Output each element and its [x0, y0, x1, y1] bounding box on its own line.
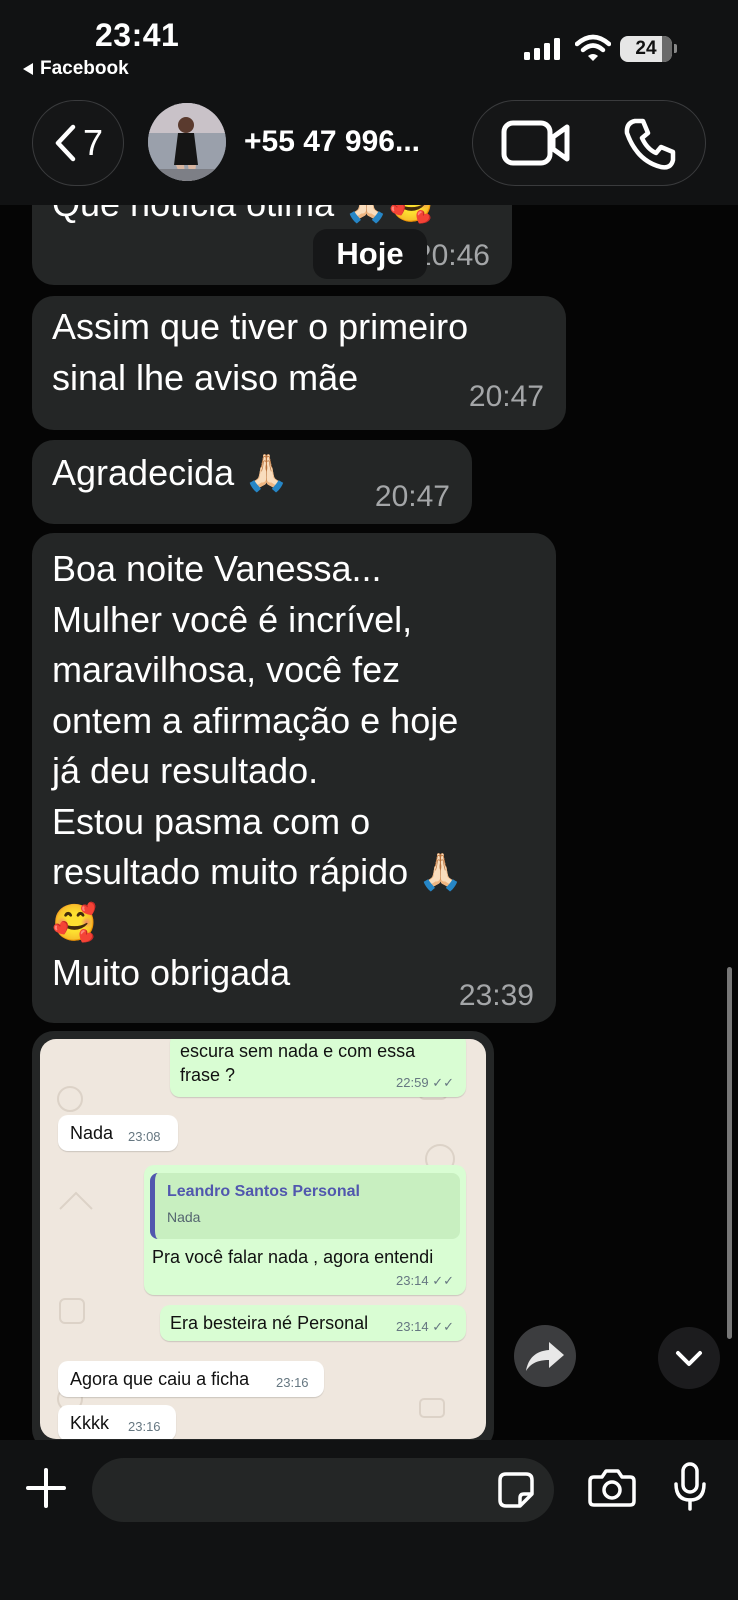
- shared-screenshot[interactable]: escura sem nada e com essa frase ? 22:59…: [40, 1039, 486, 1439]
- unread-count: 7: [82, 122, 104, 163]
- double-check-icon: ✓✓: [432, 1075, 454, 1090]
- message-time: 23:39: [458, 979, 534, 1012]
- scroll-to-bottom-button[interactable]: [658, 1327, 720, 1389]
- chat-message-outgoing: Leandro Santos Personal Nada Pra você fa…: [144, 1165, 466, 1295]
- chat-message-outgoing: escura sem nada e com essa frase ? 22:59…: [170, 1039, 466, 1097]
- chat-area[interactable]: Que notícia ótima 🙏🏻🥰 20:46 Assim que ti…: [0, 0, 738, 1440]
- date-chip: Hoje: [313, 229, 427, 279]
- message-input-container[interactable]: [92, 1458, 554, 1522]
- message-bubble[interactable]: Agradecida 🙏🏻 20:47: [32, 440, 472, 524]
- chat-header: 23:41 Facebook 24 7 +55 47 996...: [0, 0, 738, 205]
- double-check-icon: ✓✓: [432, 1319, 454, 1334]
- status-bar-time: 23:41: [95, 17, 180, 53]
- wifi-icon: [575, 34, 611, 61]
- chat-message-outgoing: Era besteira né Personal 23:14 ✓✓: [160, 1305, 466, 1341]
- message-bubble[interactable]: Boa noite Vanessa... Mulher você é incrí…: [32, 533, 556, 1023]
- message-text: Boa noite Vanessa... Mulher você é incrí…: [52, 548, 464, 993]
- battery-indicator: 24: [620, 36, 672, 62]
- back-triangle-icon: [23, 63, 33, 75]
- cellular-signal-icon: [524, 38, 560, 60]
- phone-icon[interactable]: [621, 115, 679, 173]
- message-bubble[interactable]: Assim que tiver o primeiro sinal lhe avi…: [32, 296, 566, 430]
- message-time: 20:47: [468, 380, 544, 413]
- chevron-left-icon: [55, 124, 76, 162]
- avatar-photo: [148, 103, 226, 181]
- contact-avatar[interactable]: [148, 103, 226, 181]
- message-text: Agradecida 🙏🏻: [52, 452, 289, 493]
- back-app-label: Facebook: [40, 58, 129, 79]
- forward-button[interactable]: [514, 1325, 576, 1387]
- back-button[interactable]: 7: [32, 100, 124, 186]
- chat-message-incoming: Kkkk 23:16: [58, 1405, 176, 1439]
- video-camera-icon[interactable]: [501, 117, 571, 169]
- back-to-app-link[interactable]: Facebook: [22, 58, 129, 80]
- message-composer: [0, 1440, 738, 1600]
- battery-level: 24: [635, 38, 657, 59]
- chevron-down-icon: [676, 1351, 702, 1366]
- message-input[interactable]: [112, 1468, 472, 1512]
- plus-icon[interactable]: [24, 1466, 68, 1510]
- message-text: Assim que tiver o primeiro sinal lhe avi…: [52, 306, 469, 398]
- forward-arrow-icon: [526, 1342, 564, 1371]
- message-time: 20:47: [374, 480, 450, 513]
- contact-name[interactable]: +55 47 996...: [244, 125, 420, 159]
- call-actions: [472, 100, 706, 186]
- sticker-icon[interactable]: [496, 1470, 536, 1510]
- chat-message-incoming: Agora que caiu a ficha 23:16: [58, 1361, 324, 1397]
- image-message-bubble[interactable]: escura sem nada e com essa frase ? 22:59…: [32, 1031, 494, 1440]
- double-check-icon: ✓✓: [432, 1273, 454, 1288]
- quoted-message: Leandro Santos Personal Nada: [150, 1173, 460, 1239]
- camera-icon[interactable]: [588, 1467, 636, 1507]
- chat-message-incoming: Nada 23:08: [58, 1115, 178, 1151]
- scrollbar[interactable]: [727, 967, 732, 1339]
- microphone-icon[interactable]: [672, 1462, 708, 1512]
